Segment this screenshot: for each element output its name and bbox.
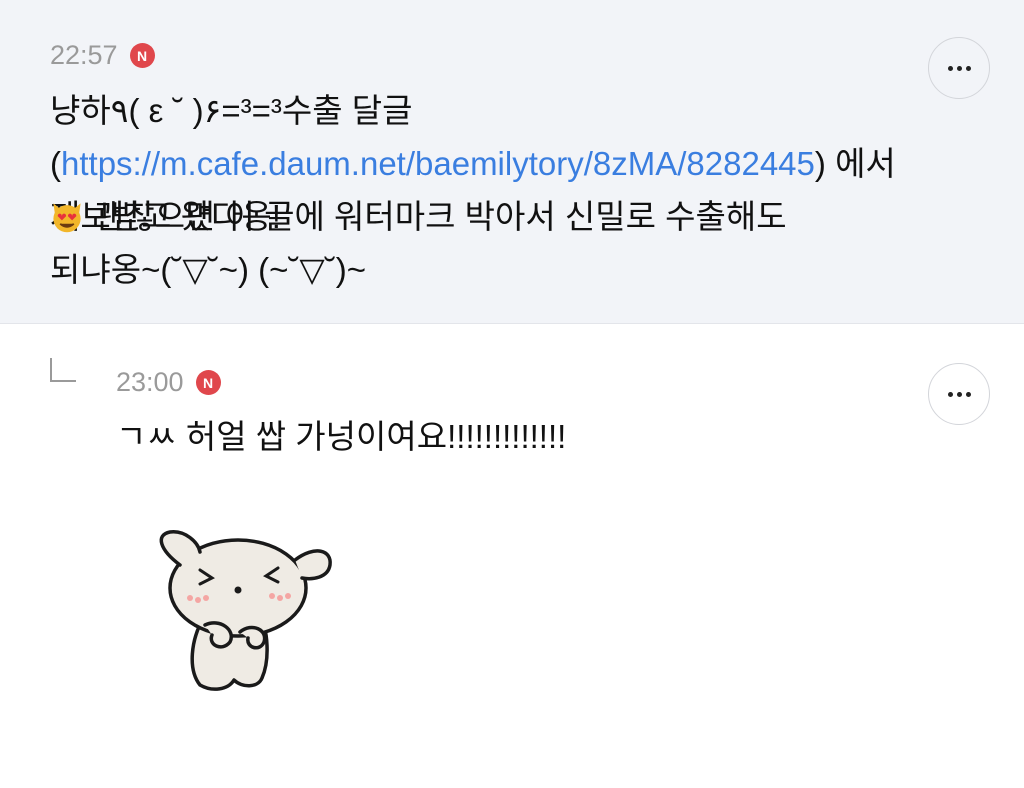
comment-time: 22:57 — [50, 40, 118, 70]
reply-arrow-icon — [50, 358, 76, 382]
reply-time: 23:00 — [116, 367, 184, 397]
more-options-button[interactable] — [928, 37, 990, 99]
comment-line3-text: 괜찮으면 이 글에 워터마크 박아서 신밀로 수출해도 — [94, 198, 787, 235]
new-badge: N — [195, 370, 221, 395]
reply-more-options-button[interactable] — [928, 363, 990, 425]
comment-item: 22:57 N 냥하٩( ε ˘ )۶=³=³수출 달글(https://m.c… — [0, 0, 1024, 324]
bear-sticker-icon — [159, 530, 332, 691]
cafe-link[interactable]: https://m.cafe.daum.net/baemilytory/8zMA… — [61, 145, 815, 182]
reply-text: ㄱㅆ 허얼 쌉 가넝이여요!!!!!!!!!!!!! — [116, 418, 567, 455]
comment-line3: 괜찮으면 이 글에 워터마크 박아서 신밀로 수출해도 — [50, 190, 787, 243]
comment-line4: 되냐옹~(˘▽˘~) (~˘▽˘)~ — [50, 251, 367, 288]
reply-meta: 23:00 N — [116, 367, 221, 398]
comment-meta: 22:57 N — [50, 40, 155, 71]
more-icon — [947, 391, 971, 397]
smiling-cat-heart-eyes-icon — [53, 203, 81, 233]
more-icon — [947, 65, 971, 71]
new-badge: N — [129, 43, 155, 68]
